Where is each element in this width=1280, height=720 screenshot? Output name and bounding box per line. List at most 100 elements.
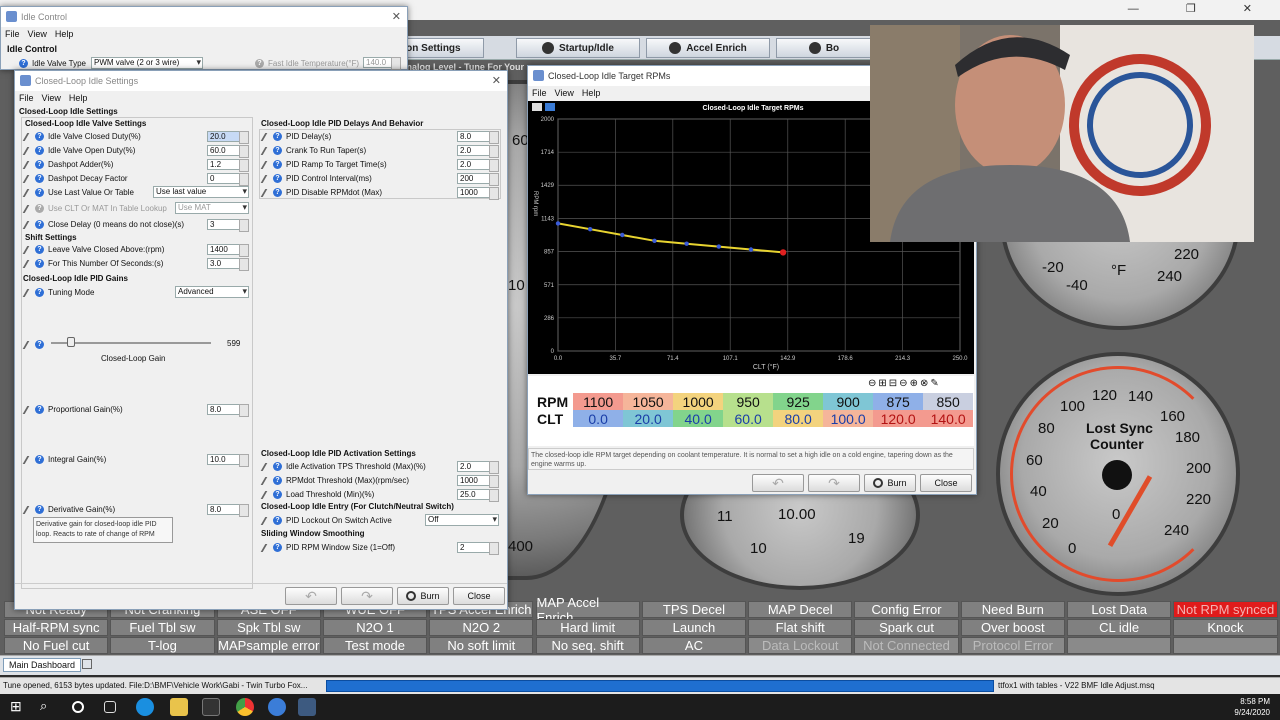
data-point[interactable] bbox=[620, 232, 625, 238]
toolbar-button-accel-enrich[interactable]: Accel Enrich bbox=[646, 38, 770, 58]
help-icon[interactable]: ? bbox=[35, 188, 44, 197]
rpm-cell[interactable]: 925 bbox=[773, 393, 824, 410]
redo-button[interactable]: ↷ bbox=[808, 474, 860, 492]
browser-icon[interactable] bbox=[268, 698, 286, 716]
rpm-cell[interactable]: 1100 bbox=[573, 393, 624, 410]
zoom-out-icon[interactable]: ⊖ bbox=[868, 378, 878, 389]
data-point[interactable] bbox=[748, 247, 754, 252]
help-icon[interactable]: ? bbox=[35, 455, 44, 464]
window-titlebar[interactable]: Idle Control ✕ bbox=[1, 7, 407, 27]
clt-cell[interactable]: 80.0 bbox=[773, 410, 824, 427]
help-icon[interactable]: ? bbox=[35, 245, 44, 254]
undo-button[interactable]: ↶ bbox=[752, 474, 804, 492]
pid-ramp-input[interactable]: 2.0 bbox=[457, 159, 499, 172]
tps-threshold-input[interactable]: 2.0 bbox=[457, 461, 499, 474]
edit-pencil-icon[interactable]: ✎ bbox=[930, 378, 940, 389]
data-point[interactable] bbox=[652, 238, 657, 243]
help-icon[interactable]: ? bbox=[273, 188, 282, 197]
help-icon[interactable]: ? bbox=[35, 204, 44, 213]
windows-start-icon[interactable]: ⊞ bbox=[10, 698, 28, 716]
rpm-cell[interactable]: 1050 bbox=[623, 393, 674, 410]
load-threshold-input[interactable]: 25.0 bbox=[457, 489, 499, 502]
menu-help[interactable]: Help bbox=[582, 88, 601, 98]
decrement-icon[interactable]: ⊖ bbox=[899, 378, 909, 389]
help-icon[interactable]: ? bbox=[19, 59, 28, 68]
help-icon[interactable]: ? bbox=[255, 59, 264, 68]
menu-help[interactable]: Help bbox=[55, 29, 74, 39]
move-up-icon[interactable]: ⊞ bbox=[878, 378, 888, 389]
dashpot-decay-input[interactable]: 0 bbox=[207, 173, 249, 186]
rpm-cell[interactable]: 875 bbox=[873, 393, 924, 410]
help-icon[interactable]: ? bbox=[35, 505, 44, 514]
reset-icon[interactable]: ⊗ bbox=[920, 378, 930, 389]
data-point[interactable] bbox=[779, 249, 787, 256]
rpm-cell[interactable]: 1000 bbox=[673, 393, 724, 410]
proportional-gain-input[interactable]: 8.0 bbox=[207, 404, 249, 417]
help-icon[interactable]: ? bbox=[35, 220, 44, 229]
dashboard-icon[interactable] bbox=[82, 659, 92, 669]
close-delay-input[interactable]: 3 bbox=[207, 219, 249, 232]
help-icon[interactable]: ? bbox=[273, 174, 282, 183]
close-icon[interactable]: ✕ bbox=[392, 10, 401, 23]
clt-cell[interactable]: 20.0 bbox=[623, 410, 674, 427]
shift-seconds-input[interactable]: 3.0 bbox=[207, 258, 249, 271]
help-icon[interactable]: ? bbox=[273, 146, 282, 155]
increment-icon[interactable]: ⊕ bbox=[910, 378, 920, 389]
menu-file[interactable]: File bbox=[532, 88, 547, 98]
edge-browser-icon[interactable] bbox=[136, 698, 154, 716]
tab-main-dashboard[interactable]: Main Dashboard bbox=[3, 658, 82, 672]
system-clock[interactable]: 8:58 PM 9/24/2020 bbox=[1234, 696, 1270, 718]
dashpot-adder-input[interactable]: 1.2 bbox=[207, 159, 249, 172]
series-points[interactable] bbox=[555, 221, 787, 256]
fast-idle-input[interactable]: 140.0 bbox=[363, 57, 401, 70]
close-icon[interactable]: ✕ bbox=[492, 74, 501, 87]
move-down-icon[interactable]: ⊟ bbox=[889, 378, 899, 389]
leave-valve-closed-input[interactable]: 1400 bbox=[207, 244, 249, 257]
help-icon[interactable]: ? bbox=[35, 174, 44, 183]
clt-cell[interactable]: 60.0 bbox=[723, 410, 774, 427]
help-icon[interactable]: ? bbox=[273, 462, 282, 471]
close-button[interactable]: Close bbox=[453, 587, 505, 605]
help-icon[interactable]: ? bbox=[35, 259, 44, 268]
menu-file[interactable]: File bbox=[19, 93, 34, 103]
menu-view[interactable]: View bbox=[42, 93, 61, 103]
pid-lockout-select[interactable]: Off bbox=[425, 514, 499, 526]
rpmdot-threshold-input[interactable]: 1000 bbox=[457, 475, 499, 488]
pid-control-interval-input[interactable]: 200 bbox=[457, 173, 499, 186]
help-icon[interactable]: ? bbox=[273, 516, 282, 525]
use-clt-mat-select[interactable]: Use MAT bbox=[175, 202, 249, 214]
tuning-mode-select[interactable]: Advanced bbox=[175, 286, 249, 298]
idle-valve-type-select[interactable]: PWM valve (2 or 3 wire) bbox=[91, 57, 203, 69]
use-last-value-select[interactable]: Use last value bbox=[153, 186, 249, 198]
toolbar-button-startup-idle[interactable]: Startup/Idle bbox=[516, 38, 640, 58]
derivative-gain-input[interactable]: 8.0 bbox=[207, 504, 249, 517]
clt-cell[interactable]: 120.0 bbox=[873, 410, 924, 427]
burn-button[interactable]: Burn bbox=[864, 474, 916, 492]
menu-help[interactable]: Help bbox=[69, 93, 88, 103]
menu-file[interactable]: File bbox=[5, 29, 20, 39]
pid-disable-rpmdot-input[interactable]: 1000 bbox=[457, 187, 499, 200]
help-icon[interactable]: ? bbox=[35, 146, 44, 155]
chart-toolbar-icon[interactable] bbox=[532, 103, 542, 111]
idle-valve-open-duty-input[interactable]: 60.0 bbox=[207, 145, 249, 158]
rpm-cell[interactable]: 950 bbox=[723, 393, 774, 410]
data-point[interactable] bbox=[716, 244, 721, 249]
search-icon[interactable]: ⌕ bbox=[40, 698, 58, 716]
window-titlebar[interactable]: Closed-Loop Idle Settings ✕ bbox=[15, 71, 507, 91]
rpm-cell[interactable]: 850 bbox=[923, 393, 974, 410]
crank-to-run-input[interactable]: 2.0 bbox=[457, 145, 499, 158]
window-controls[interactable]: — ❐ ✕ bbox=[1128, 2, 1274, 15]
help-icon[interactable]: ? bbox=[273, 160, 282, 169]
undo-button[interactable]: ↶ bbox=[285, 587, 337, 605]
toolbar-button-boost[interactable]: Bo bbox=[776, 38, 872, 58]
help-icon[interactable]: ? bbox=[273, 490, 282, 499]
clt-cell[interactable]: 100.0 bbox=[823, 410, 874, 427]
pid-window-input[interactable]: 2 bbox=[457, 542, 499, 555]
pid-delay-input[interactable]: 8.0 bbox=[457, 131, 499, 144]
data-point[interactable] bbox=[684, 241, 689, 246]
help-icon[interactable]: ? bbox=[35, 160, 44, 169]
clt-cell[interactable]: 0.0 bbox=[573, 410, 624, 427]
clt-cell[interactable]: 40.0 bbox=[673, 410, 724, 427]
gain-slider-thumb[interactable] bbox=[67, 337, 75, 347]
help-icon[interactable]: ? bbox=[35, 340, 44, 349]
